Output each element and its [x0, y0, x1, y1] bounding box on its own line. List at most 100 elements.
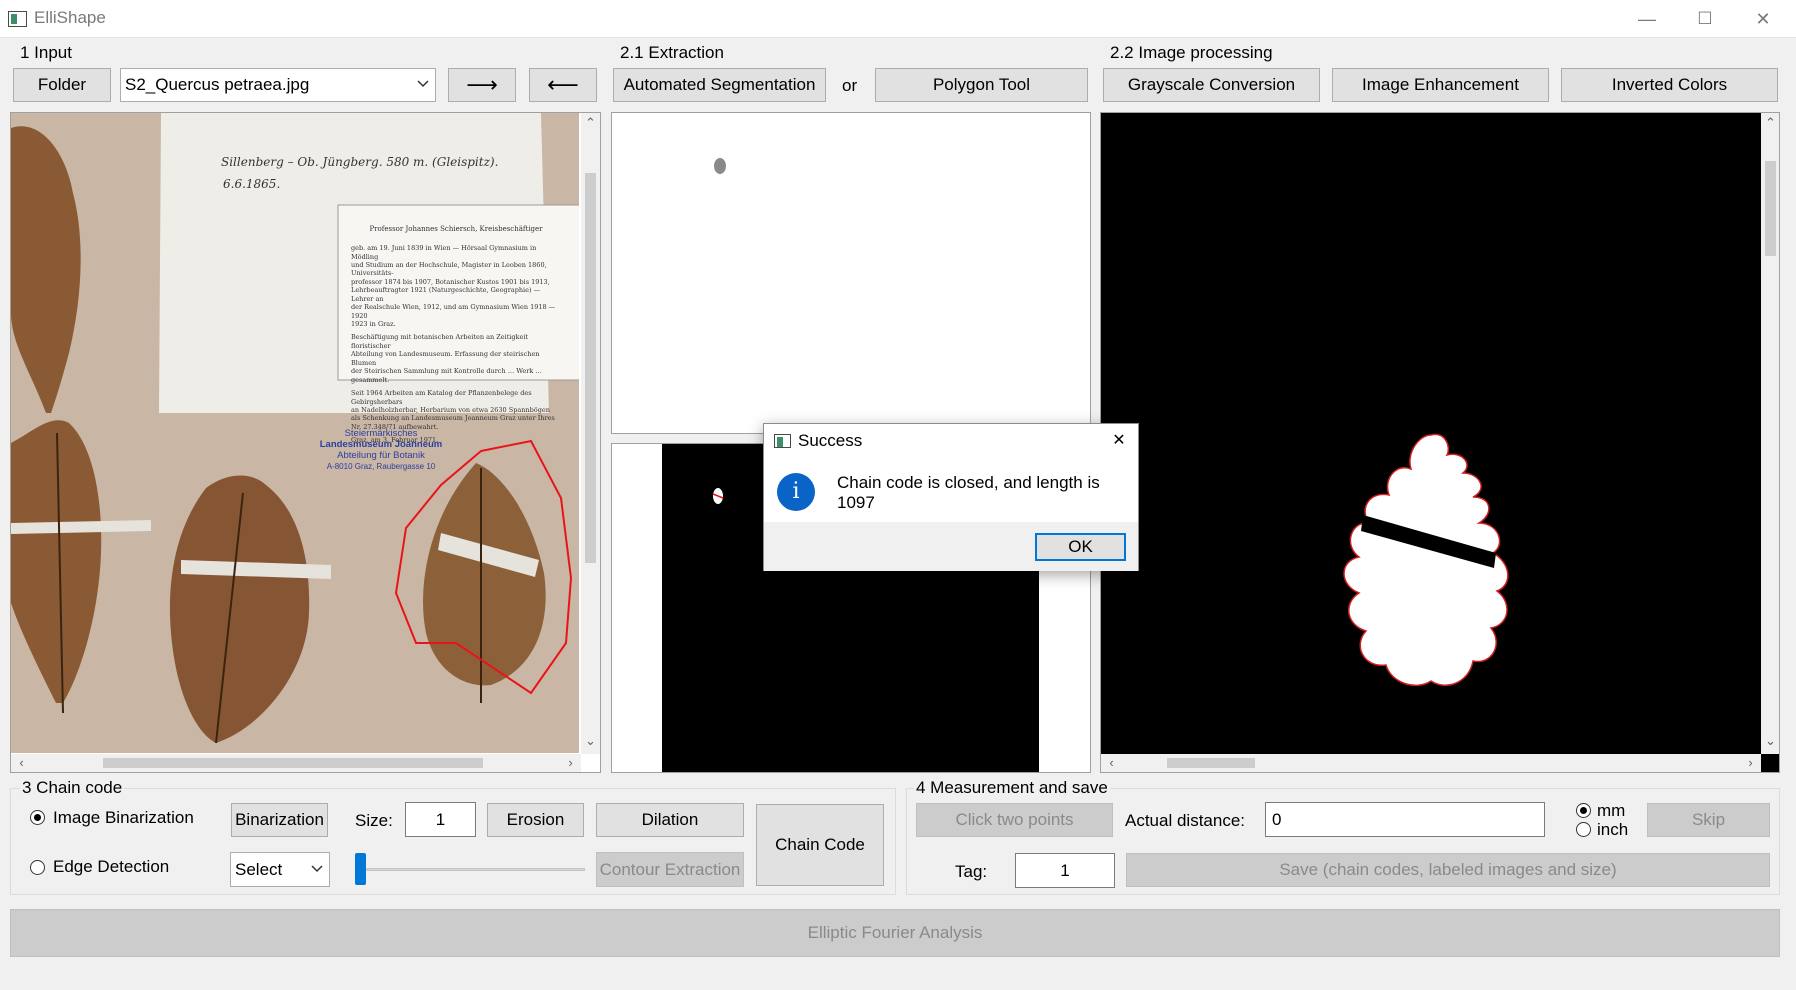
unit-inch-radio[interactable] [1576, 822, 1591, 837]
scroll-right-icon[interactable]: › [1742, 755, 1759, 770]
handwritten-date: 6.6.1865. [223, 177, 281, 191]
vertical-scrollbar[interactable]: ⌃ ⌄ [1761, 113, 1779, 754]
extracted-leaf-preview [714, 158, 726, 174]
app-icon [8, 11, 27, 27]
stamp-line: Abteilung für Botanik [337, 449, 425, 461]
specimen-label-line: professor 1874 bis 1907, Botanischer Kus… [351, 277, 550, 286]
edge-method-select[interactable]: Select [230, 852, 330, 887]
slider-track [355, 868, 585, 871]
specimen-label-line: der Steirischen Sammlung mit Kontrolle d… [351, 367, 542, 384]
file-select[interactable]: S2_Quercus petraea.jpg [120, 68, 436, 102]
dialog-app-icon [774, 434, 791, 448]
edge-detection-radio[interactable] [30, 860, 45, 875]
scroll-left-icon[interactable]: ‹ [1103, 755, 1120, 770]
scroll-down-icon[interactable]: ⌄ [582, 733, 599, 749]
handwritten-note: Sillenberg – Ob. Jüngberg. 580 m. (Gleis… [221, 155, 499, 169]
specimen-label-line: als Schenkung an Landesmuseum Joanneum G… [351, 414, 555, 423]
elliptic-fourier-analysis-button[interactable]: Elliptic Fourier Analysis [10, 909, 1780, 957]
dialog-title: Success [798, 431, 863, 450]
scroll-thumb[interactable] [1765, 161, 1776, 256]
extraction-preview-panel [611, 112, 1091, 434]
chain-code-section-label: 3 Chain code [20, 778, 125, 798]
info-icon: i [777, 473, 815, 511]
scroll-right-icon[interactable]: › [562, 755, 579, 770]
title-bar: ElliShape — ☐ ✕ [0, 0, 1796, 38]
scroll-thumb[interactable] [103, 758, 483, 768]
actual-distance-label: Actual distance: [1125, 811, 1246, 830]
scroll-thumb[interactable] [585, 173, 596, 563]
specimen-label-line: der Realschule Wien, 1912, und am Gymnas… [351, 303, 556, 320]
tag-input[interactable]: 1 [1015, 853, 1115, 888]
specimen-label-line: und Studium an der Hochschule, Magister … [351, 260, 547, 278]
chevron-down-icon [417, 80, 429, 88]
processed-image-panel[interactable]: ⌃ ⌄ ‹ › [1100, 112, 1780, 773]
contour-extraction-button[interactable]: Contour Extraction [596, 852, 744, 887]
unit-mm-label[interactable]: mm [1597, 801, 1625, 821]
or-label: or [842, 76, 858, 95]
dialog-message: Chain code is closed, and length is 1097 [837, 473, 1100, 512]
tag-label: Tag: [955, 862, 988, 881]
chevron-down-icon [311, 864, 323, 872]
scroll-down-icon[interactable]: ⌄ [1762, 733, 1779, 749]
maximize-button[interactable]: ☐ [1682, 4, 1728, 34]
ok-button[interactable]: OK [1035, 533, 1126, 561]
specimen-label-card: Professor Johannes Schiersch, Kreisbesch… [351, 225, 561, 445]
specimen-label-line: Seit 1964 Arbeiten am Katalog der Pflanz… [351, 389, 532, 406]
unit-inch-label[interactable]: inch [1597, 820, 1628, 840]
skip-button[interactable]: Skip [1647, 803, 1770, 837]
image-binarization-label[interactable]: Image Binarization [53, 808, 194, 828]
save-button[interactable]: Save (chain codes, labeled images and si… [1126, 853, 1770, 887]
previous-image-button[interactable]: ⟵ [529, 68, 597, 102]
unit-mm-radio[interactable] [1576, 803, 1591, 818]
binary-leaf-image[interactable] [1101, 113, 1761, 753]
slider-handle[interactable] [355, 853, 366, 885]
folder-button[interactable]: Folder [13, 68, 111, 102]
vertical-scrollbar[interactable]: ⌃ ⌄ [581, 113, 600, 754]
success-dialog: Success ✕ i Chain code is closed, and le… [763, 423, 1139, 571]
polygon-tool-button[interactable]: Polygon Tool [875, 68, 1088, 102]
specimen-label-line: 1923 in Graz. [351, 320, 396, 329]
scroll-up-icon[interactable]: ⌃ [582, 115, 599, 131]
horizontal-scrollbar[interactable]: ‹ › [1101, 754, 1761, 772]
processing-section-label: 2.2 Image processing [1110, 43, 1273, 62]
specimen-label-line: geb. am 19. Juni 1839 in Wien — Hörsaal … [351, 244, 537, 261]
horizontal-scrollbar[interactable]: ‹ › [11, 754, 581, 772]
binarization-button[interactable]: Binarization [231, 803, 328, 837]
minimize-button[interactable]: — [1624, 4, 1670, 34]
specimen-label-line: Beschäftigung mit botanischen Arbeiten a… [351, 333, 529, 350]
dilation-button[interactable]: Dilation [596, 803, 744, 837]
extraction-section-label: 2.1 Extraction [620, 43, 724, 62]
actual-distance-input[interactable]: 0 [1265, 802, 1545, 837]
input-image-panel[interactable]: Sillenberg – Ob. Jüngberg. 580 m. (Gleis… [10, 112, 601, 773]
specimen-label-title: Professor Johannes Schiersch, Kreisbesch… [369, 225, 543, 233]
image-enhancement-button[interactable]: Image Enhancement [1332, 68, 1549, 102]
grayscale-conversion-button[interactable]: Grayscale Conversion [1103, 68, 1320, 102]
size-input[interactable]: 1 [405, 802, 476, 837]
specimen-label-line: Lehrbeauftragter 1921 (Naturgeschichte, … [351, 286, 541, 303]
window-title: ElliShape [34, 8, 106, 27]
scroll-thumb[interactable] [1167, 758, 1255, 768]
image-binarization-radio[interactable] [30, 810, 45, 825]
stamp-line: A-8010 Graz, Raubergasse 10 [326, 461, 436, 471]
threshold-slider[interactable] [355, 853, 585, 885]
scroll-up-icon[interactable]: ⌃ [1762, 115, 1779, 131]
chain-code-button[interactable]: Chain Code [756, 804, 884, 886]
edge-method-value: Select [235, 859, 283, 879]
close-button[interactable]: ✕ [1740, 4, 1786, 34]
edge-detection-label[interactable]: Edge Detection [53, 857, 169, 877]
dialog-close-icon[interactable]: ✕ [1108, 430, 1130, 450]
file-select-value: S2_Quercus petraea.jpg [125, 75, 310, 94]
measurement-section-label: 4 Measurement and save [914, 778, 1110, 798]
next-image-button[interactable]: ⟶ [448, 68, 516, 102]
size-label: Size: [355, 811, 393, 830]
automated-segmentation-button[interactable]: Automated Segmentation [613, 68, 826, 102]
specimen-label-line: Abteilung von Landesmuseum. Erfassung de… [351, 350, 540, 367]
input-section-label: 1 Input [20, 43, 72, 62]
erosion-button[interactable]: Erosion [487, 803, 584, 837]
inverted-colors-button[interactable]: Inverted Colors [1561, 68, 1778, 102]
click-two-points-button[interactable]: Click two points [916, 803, 1113, 837]
scroll-left-icon[interactable]: ‹ [13, 755, 30, 770]
dialog-footer: OK [764, 522, 1138, 571]
museum-stamp: Steiermärkisches Landesmuseum Joanneum A… [306, 428, 456, 471]
specimen-label-line: an Nadelholzherbar, Herbarium von etwa 2… [351, 405, 550, 414]
